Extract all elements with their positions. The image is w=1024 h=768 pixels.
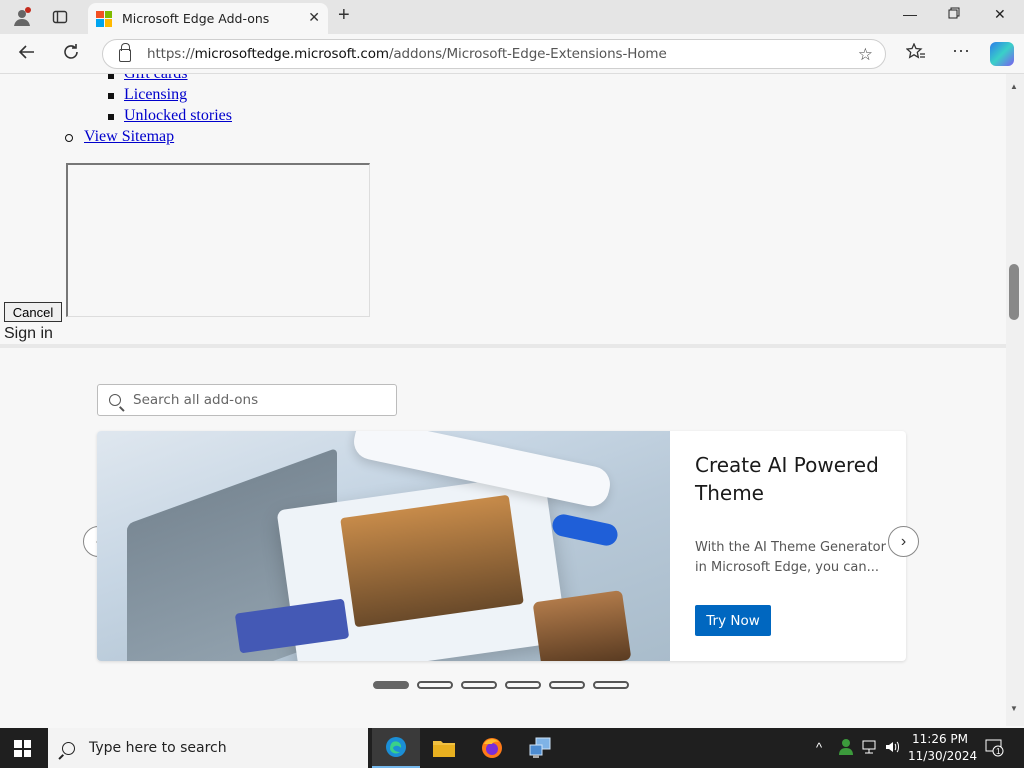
- link-unlocked-stories[interactable]: Unlocked stories: [124, 107, 232, 125]
- windows-taskbar: Type here to search ^ 11:26 PM 11/30/202…: [0, 728, 1024, 768]
- carousel-hero-image: [97, 431, 670, 661]
- url-text: https://microsoftedge.microsoft.com/addo…: [147, 46, 667, 62]
- scroll-up-icon[interactable]: ▲: [1010, 82, 1018, 91]
- link-gift-cards[interactable]: Gift cards: [124, 74, 188, 83]
- carousel-dot[interactable]: [593, 681, 629, 689]
- favorite-star-icon[interactable]: ☆: [858, 45, 873, 65]
- scroll-down-icon[interactable]: ▼: [1010, 704, 1018, 713]
- new-tab-icon[interactable]: +: [338, 4, 350, 27]
- list-bullet: [108, 93, 114, 99]
- carousel-indicators: [373, 681, 629, 689]
- restore-icon[interactable]: [948, 6, 960, 22]
- taskbar-search-box[interactable]: Type here to search: [48, 728, 368, 768]
- list-bullet: [108, 74, 114, 79]
- addons-search-box[interactable]: [97, 384, 397, 416]
- tab-close-icon[interactable]: ✕: [308, 9, 320, 26]
- network-app-icon[interactable]: [516, 728, 564, 768]
- taskbar-clock[interactable]: 11:26 PM 11/30/2024: [908, 731, 978, 765]
- link-view-sitemap[interactable]: View Sitemap: [84, 128, 174, 146]
- file-explorer-icon[interactable]: [420, 728, 468, 768]
- windows-start-icon[interactable]: [14, 740, 31, 757]
- clock-time: 11:26 PM: [912, 732, 968, 746]
- page-content: Gift cards Licensing Unlocked stories Vi…: [0, 74, 1006, 726]
- minimize-icon[interactable]: —: [903, 6, 917, 22]
- clock-date: 11/30/2024: [908, 749, 978, 763]
- carousel-description: With the AI Theme Generator in Microsoft…: [695, 540, 886, 575]
- volume-icon[interactable]: [885, 740, 901, 757]
- try-now-button[interactable]: Try Now: [695, 605, 771, 636]
- sign-in-text[interactable]: Sign in: [4, 325, 53, 343]
- divider: [0, 344, 1006, 348]
- carousel-dot[interactable]: [417, 681, 453, 689]
- embedded-frame: [66, 163, 370, 317]
- user-status-icon[interactable]: [838, 738, 854, 759]
- refresh-icon[interactable]: [62, 43, 80, 66]
- firefox-icon[interactable]: [468, 728, 516, 768]
- carousel-dot[interactable]: [549, 681, 585, 689]
- microsoft-logo-icon: [96, 10, 112, 27]
- network-icon[interactable]: [862, 740, 878, 757]
- carousel-dot[interactable]: [505, 681, 541, 689]
- carousel-card[interactable]: Create AI Powered Theme With the AI Them…: [97, 431, 906, 661]
- tab-actions-icon[interactable]: [48, 5, 72, 29]
- favorites-icon[interactable]: [905, 42, 926, 66]
- lock-icon[interactable]: [119, 43, 131, 62]
- close-window-icon[interactable]: ✕: [994, 6, 1006, 23]
- back-icon[interactable]: [18, 43, 36, 66]
- cancel-button[interactable]: Cancel: [4, 302, 62, 322]
- search-icon: [109, 394, 121, 406]
- vertical-scrollbar[interactable]: ▲ ▼: [1006, 74, 1024, 726]
- carousel-title: Create AI Powered Theme: [695, 453, 879, 505]
- tab-title: Microsoft Edge Add-ons: [122, 11, 270, 26]
- profile-icon[interactable]: [10, 5, 34, 29]
- search-input[interactable]: [133, 392, 373, 408]
- taskbar-search-text: Type here to search: [89, 740, 227, 756]
- link-licensing[interactable]: Licensing: [124, 86, 187, 104]
- edge-taskbar-icon[interactable]: [372, 728, 420, 768]
- carousel-next-button[interactable]: ›: [888, 526, 919, 557]
- browser-toolbar: https://microsoftedge.microsoft.com/addo…: [0, 34, 1024, 74]
- address-bar[interactable]: https://microsoftedge.microsoft.com/addo…: [102, 39, 886, 69]
- notification-icon[interactable]: 1: [984, 737, 1004, 760]
- show-hidden-icons[interactable]: ^: [816, 740, 822, 755]
- more-options-icon[interactable]: ···: [952, 40, 970, 61]
- tab-microsoft-edge-addons[interactable]: Microsoft Edge Add-ons ✕: [88, 3, 328, 34]
- browser-titlebar: Microsoft Edge Add-ons ✕ + — ✕: [0, 0, 1024, 34]
- list-bullet: [65, 134, 73, 142]
- list-bullet: [108, 114, 114, 120]
- carousel-dot[interactable]: [461, 681, 497, 689]
- carousel-dot[interactable]: [373, 681, 409, 689]
- scrollbar-thumb[interactable]: [1009, 264, 1019, 320]
- search-icon: [62, 741, 75, 755]
- notification-count: 1: [996, 747, 1001, 756]
- copilot-icon[interactable]: [990, 42, 1014, 66]
